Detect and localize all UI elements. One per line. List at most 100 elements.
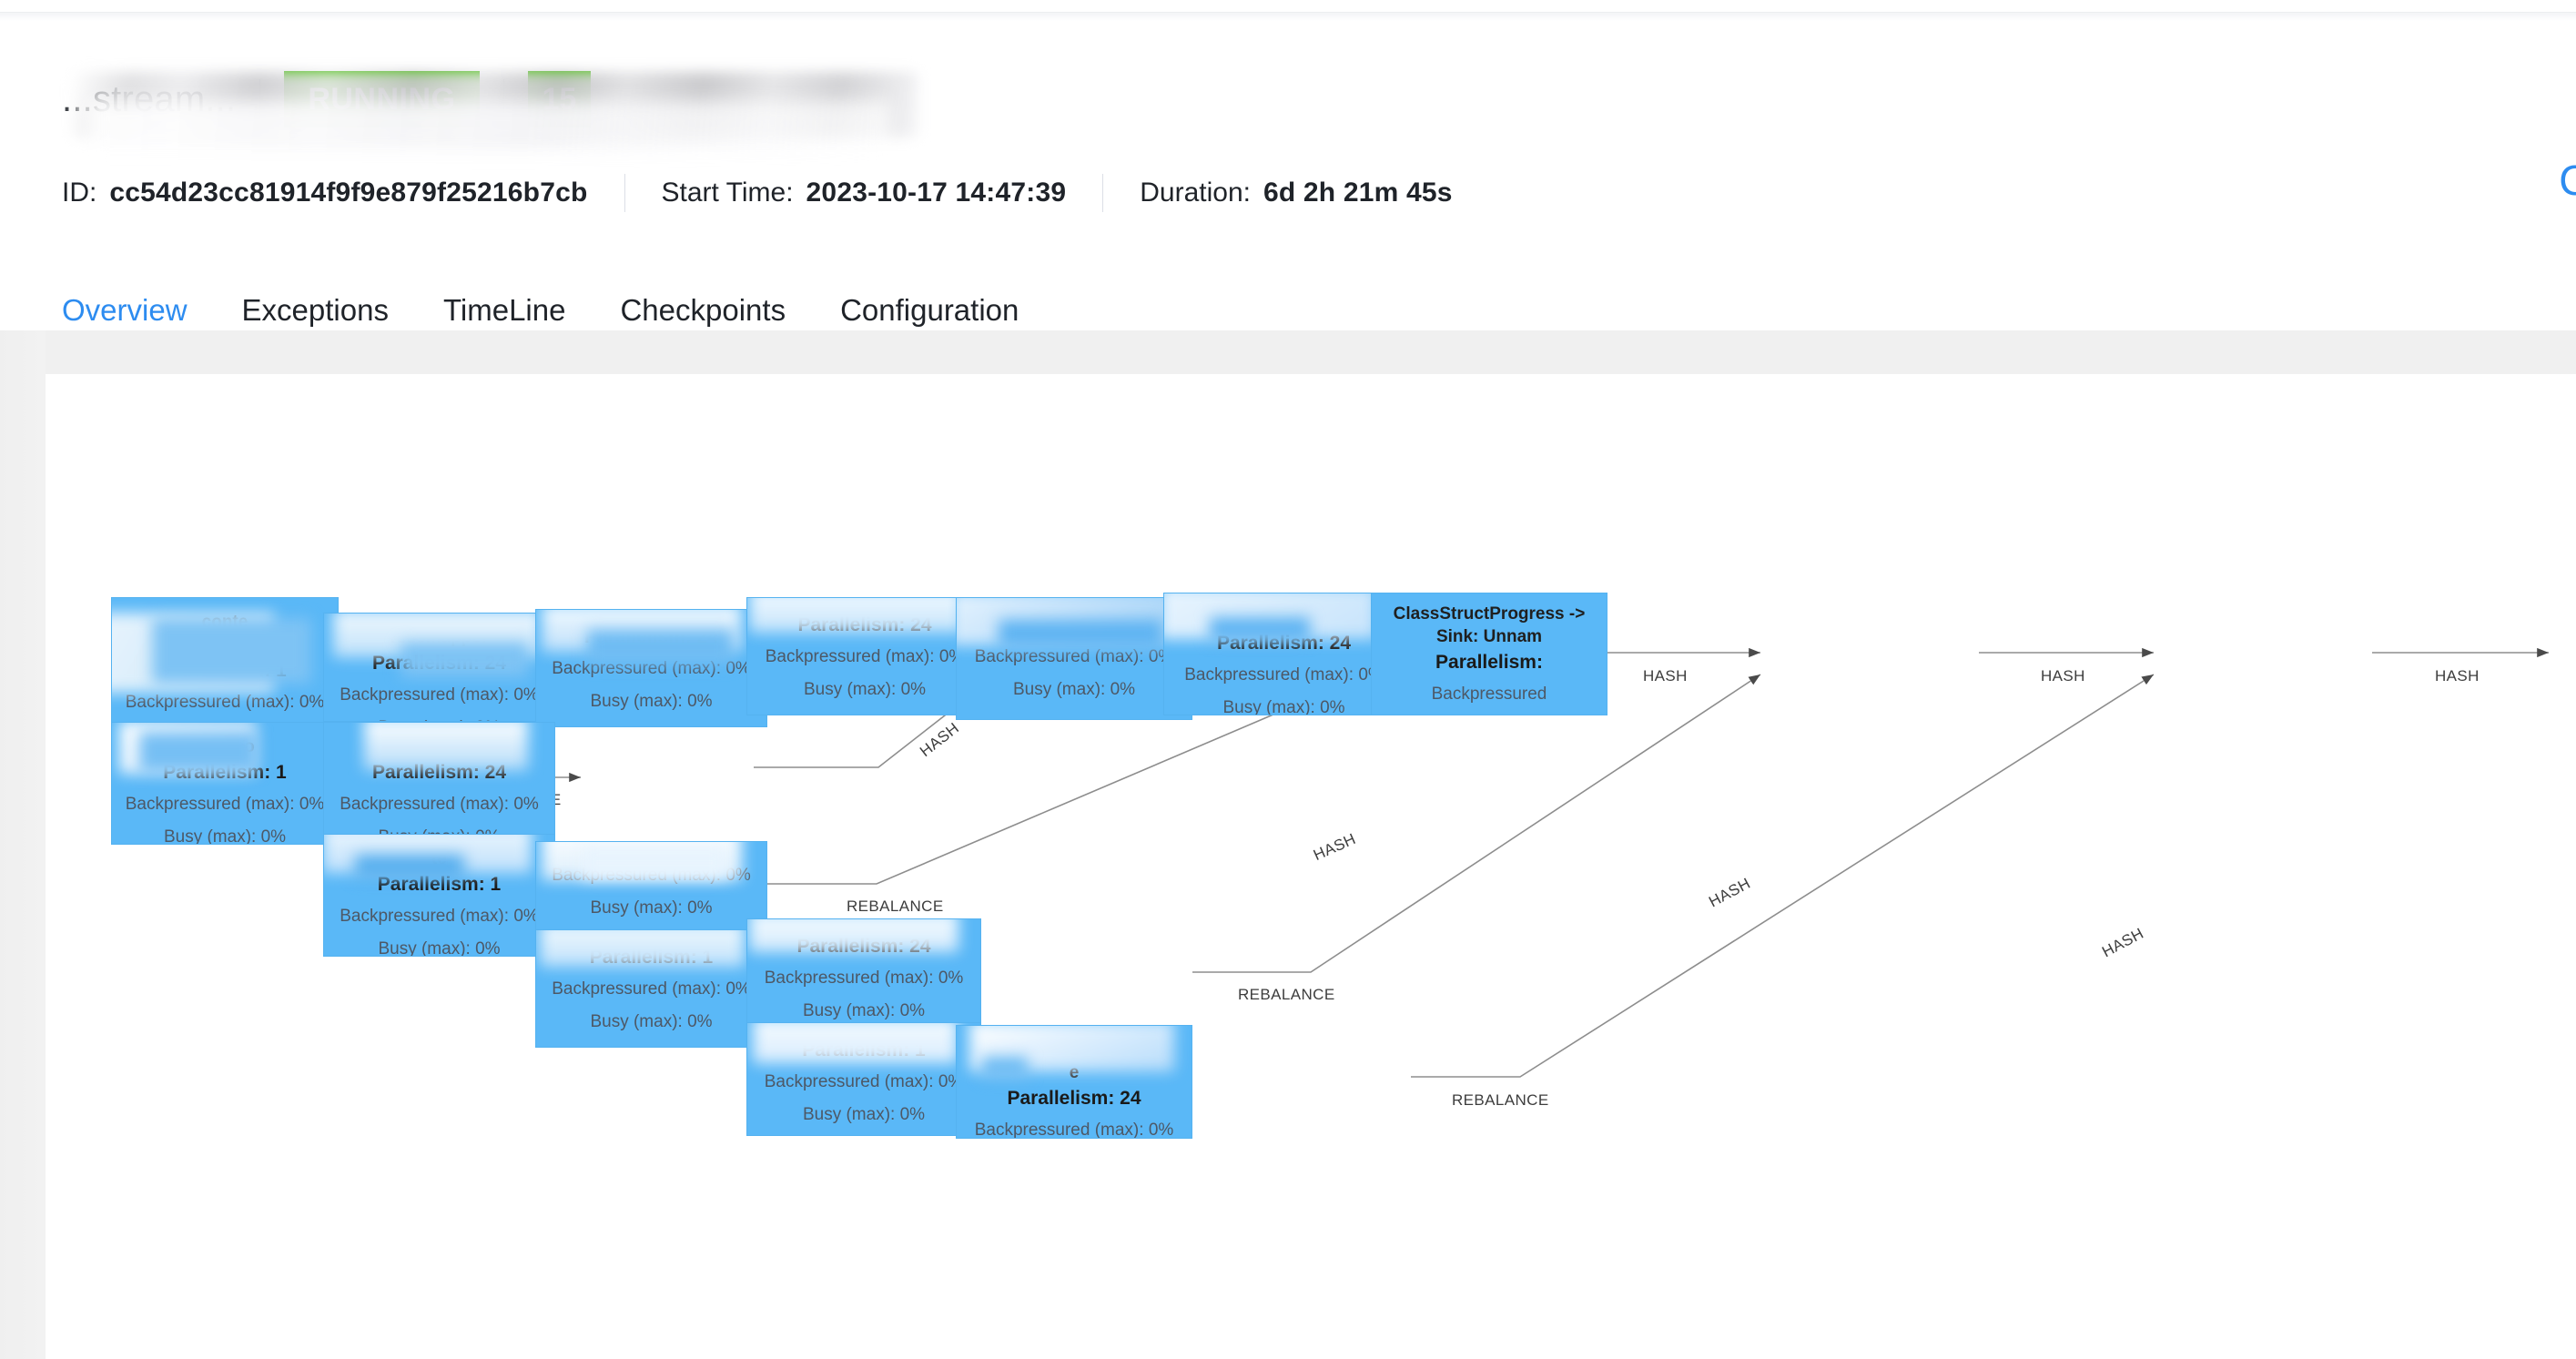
- graph-node[interactable]: U e Parallelism: 24 Backpressured (max):…: [956, 1025, 1192, 1139]
- node-backpressure: Backpressured (max): 0%: [340, 795, 539, 814]
- node-parallelism: Parallelism: 1: [163, 762, 287, 783]
- graph-node[interactable]: Parallelism: 1 Backpressured (max): 0% B…: [535, 929, 767, 1048]
- duration-label: Duration:: [1140, 177, 1251, 208]
- graph-node[interactable]: ClassStructProgress -> Sink: Unnam Paral…: [1371, 593, 1607, 715]
- node-parallelism: Parallelism: 24: [371, 762, 507, 783]
- graph-node[interactable]: Cou Parallelism: 24 Backpressured (max):…: [323, 722, 555, 845]
- job-id-value: cc54d23cc81914f9f9e879f25216b7cb: [109, 177, 588, 208]
- node-title: [536, 842, 766, 855]
- graph-node[interactable]: lish_co Parallelism: 1 Backpressured (ma…: [111, 722, 339, 845]
- start-time-label: Start Time:: [661, 177, 794, 208]
- divider: [624, 174, 625, 212]
- node-title: [747, 919, 980, 932]
- cancel-job-button[interactable]: Ca: [2559, 156, 2576, 205]
- node-parallelism: Parallelism: 24: [371, 653, 507, 674]
- job-graph-canvas[interactable]: REBALANCE HASH HASH HASH HASH HASH REBAL…: [46, 374, 2576, 1359]
- page-title: ...stream...: [62, 71, 918, 150]
- node-busy: Busy (max): 0%: [163, 827, 287, 845]
- node-parallelism: Parallelism: 24: [797, 614, 932, 635]
- task-count-badge: 15: [527, 71, 592, 127]
- node-parallelism: Parallelism: 1: [589, 947, 714, 968]
- node-title: te: [431, 849, 447, 868]
- node-busy: Busy (max): 0%: [802, 1105, 926, 1124]
- node-busy: Busy (max): 0%: [802, 1001, 926, 1020]
- status-badge: RUNNING: [284, 71, 480, 127]
- graph-node[interactable]: Parallelism: 24 Backpressured (max): 0% …: [956, 597, 1192, 720]
- header-shadow: [0, 13, 2576, 21]
- node-title: ...n: [1271, 608, 1297, 627]
- node-backpressure: Backpressured (max): 0%: [552, 659, 751, 678]
- node-busy: Busy (max): 0%: [803, 680, 927, 699]
- node-title: conte state: [201, 613, 248, 654]
- graph-node[interactable]: te Parallelism: 1 Backpressured (max): 0…: [323, 834, 555, 957]
- node-busy: Busy (max): 0%: [1222, 698, 1345, 715]
- node-parallelism: Parallelism: 1: [163, 660, 287, 681]
- node-busy: Busy (max): 0%: [590, 692, 713, 711]
- node-busy: Busy (max): 0%: [590, 898, 713, 918]
- node-title: U e: [1068, 1040, 1080, 1082]
- graph-node[interactable]: ...n Parallelism: 24 Backpressured (max)…: [1163, 593, 1405, 715]
- browser-chrome-strip: [0, 0, 2576, 13]
- edge-label-rebalance: REBALANCE: [1238, 986, 1335, 1003]
- node-backpressure: Backpressured (max): 0%: [974, 1121, 1174, 1139]
- job-meta-row: ID: cc54d23cc81914f9f9e879f25216b7cb Sta…: [62, 171, 1453, 215]
- node-parallelism: Parallelism: 24: [1007, 1088, 1141, 1109]
- node-title: [536, 930, 766, 943]
- edge-label-hash: HASH: [2435, 667, 2480, 685]
- edge-label-hash: HASH: [2099, 924, 2147, 961]
- edge-label-rebalance: REBALANCE: [1452, 1091, 1549, 1109]
- graph-node[interactable]: ressmapper Parallelism: 24 Backpressured…: [323, 613, 555, 722]
- node-parallelism: Parallelism: 24: [583, 626, 719, 647]
- node-busy: Busy (max): 0%: [590, 1012, 713, 1031]
- node-parallelism: Parallelism: 1: [377, 874, 502, 895]
- node-backpressure: Backpressured (max): 0%: [765, 647, 965, 666]
- node-parallelism: Parallelism: 24: [1007, 614, 1141, 635]
- edge-label-hash: HASH: [1706, 874, 1754, 911]
- node-backpressure: Backpressured (max): 0%: [552, 979, 751, 999]
- node-busy: Busy (max): 0%: [378, 939, 501, 957]
- divider: [1102, 174, 1104, 212]
- job-name-text: ...stream...: [62, 78, 237, 119]
- node-parallelism: Parallelism: 24: [796, 936, 931, 957]
- node-backpressure: Backpressured (max): 0%: [974, 647, 1174, 666]
- node-parallelism: Parallelism: 1: [802, 1040, 926, 1060]
- node-backpressure: Backpressured (max): 0%: [764, 1072, 964, 1091]
- node-backpressure: Backpressured (max): 0%: [764, 969, 964, 988]
- node-backpressure: Backpressured (max): 0%: [125, 795, 325, 814]
- edge-label-hash: HASH: [1643, 667, 1688, 685]
- job-header: ...stream... RUNNING 15 ID: cc54d23cc819…: [0, 21, 2576, 352]
- node-busy: Busy (max): 0%: [1012, 680, 1136, 699]
- node-title: lish_co: [195, 737, 255, 756]
- graph-node[interactable]: Parallelism: 24 Backpressured (max): 0% …: [535, 609, 767, 727]
- node-backpressure: Backpressured (max): 0%: [340, 907, 539, 926]
- duration-value: 6d 2h 21m 45s: [1263, 177, 1453, 208]
- graph-node[interactable]: conte state Parallelism: 1 Backpressured…: [111, 597, 339, 738]
- left-gutter: [0, 330, 46, 1359]
- node-backpressure: Backpressured (max): 0%: [1184, 665, 1384, 685]
- graph-node[interactable]: Parallelism: 24 Backpressured (max): 0% …: [746, 918, 981, 1037]
- node-title: [957, 598, 1192, 611]
- start-time-value: 2023-10-17 14:47:39: [806, 177, 1067, 208]
- node-backpressure: Backpressured (max): 0%: [340, 685, 539, 705]
- node-backpressure: Backpressured: [1431, 685, 1547, 704]
- graph-node[interactable]: Parallelism: 24 Backpressured (max): 0% …: [746, 597, 983, 715]
- edge-label-rebalance: REBALANCE: [847, 898, 944, 915]
- node-title: [747, 1023, 980, 1036]
- job-title-row: ...stream... RUNNING 15: [62, 71, 918, 150]
- job-id-label: ID:: [62, 177, 97, 208]
- edge-label-hash: HASH: [917, 719, 963, 761]
- divider: [259, 79, 261, 119]
- node-backpressure: Backpressured (max): 0%: [125, 693, 325, 712]
- edge-label-hash: HASH: [1311, 829, 1359, 865]
- node-title: [536, 610, 766, 623]
- graph-node[interactable]: Parallelism: 1 Backpressured (max): 0% B…: [746, 1022, 981, 1136]
- node-title: ClassStructProgress -> Sink: Unnam: [1393, 604, 1586, 646]
- edge-label-hash: HASH: [2041, 667, 2085, 685]
- node-title: [747, 598, 982, 611]
- node-title: Cou: [422, 737, 456, 756]
- divider: [502, 79, 504, 119]
- node-backpressure: Backpressured (max): 0%: [552, 866, 751, 885]
- node-parallelism: Parallelism:: [1435, 652, 1543, 673]
- node-parallelism: Parallelism: 24: [1216, 633, 1352, 654]
- node-title: ressmapper: [390, 628, 489, 647]
